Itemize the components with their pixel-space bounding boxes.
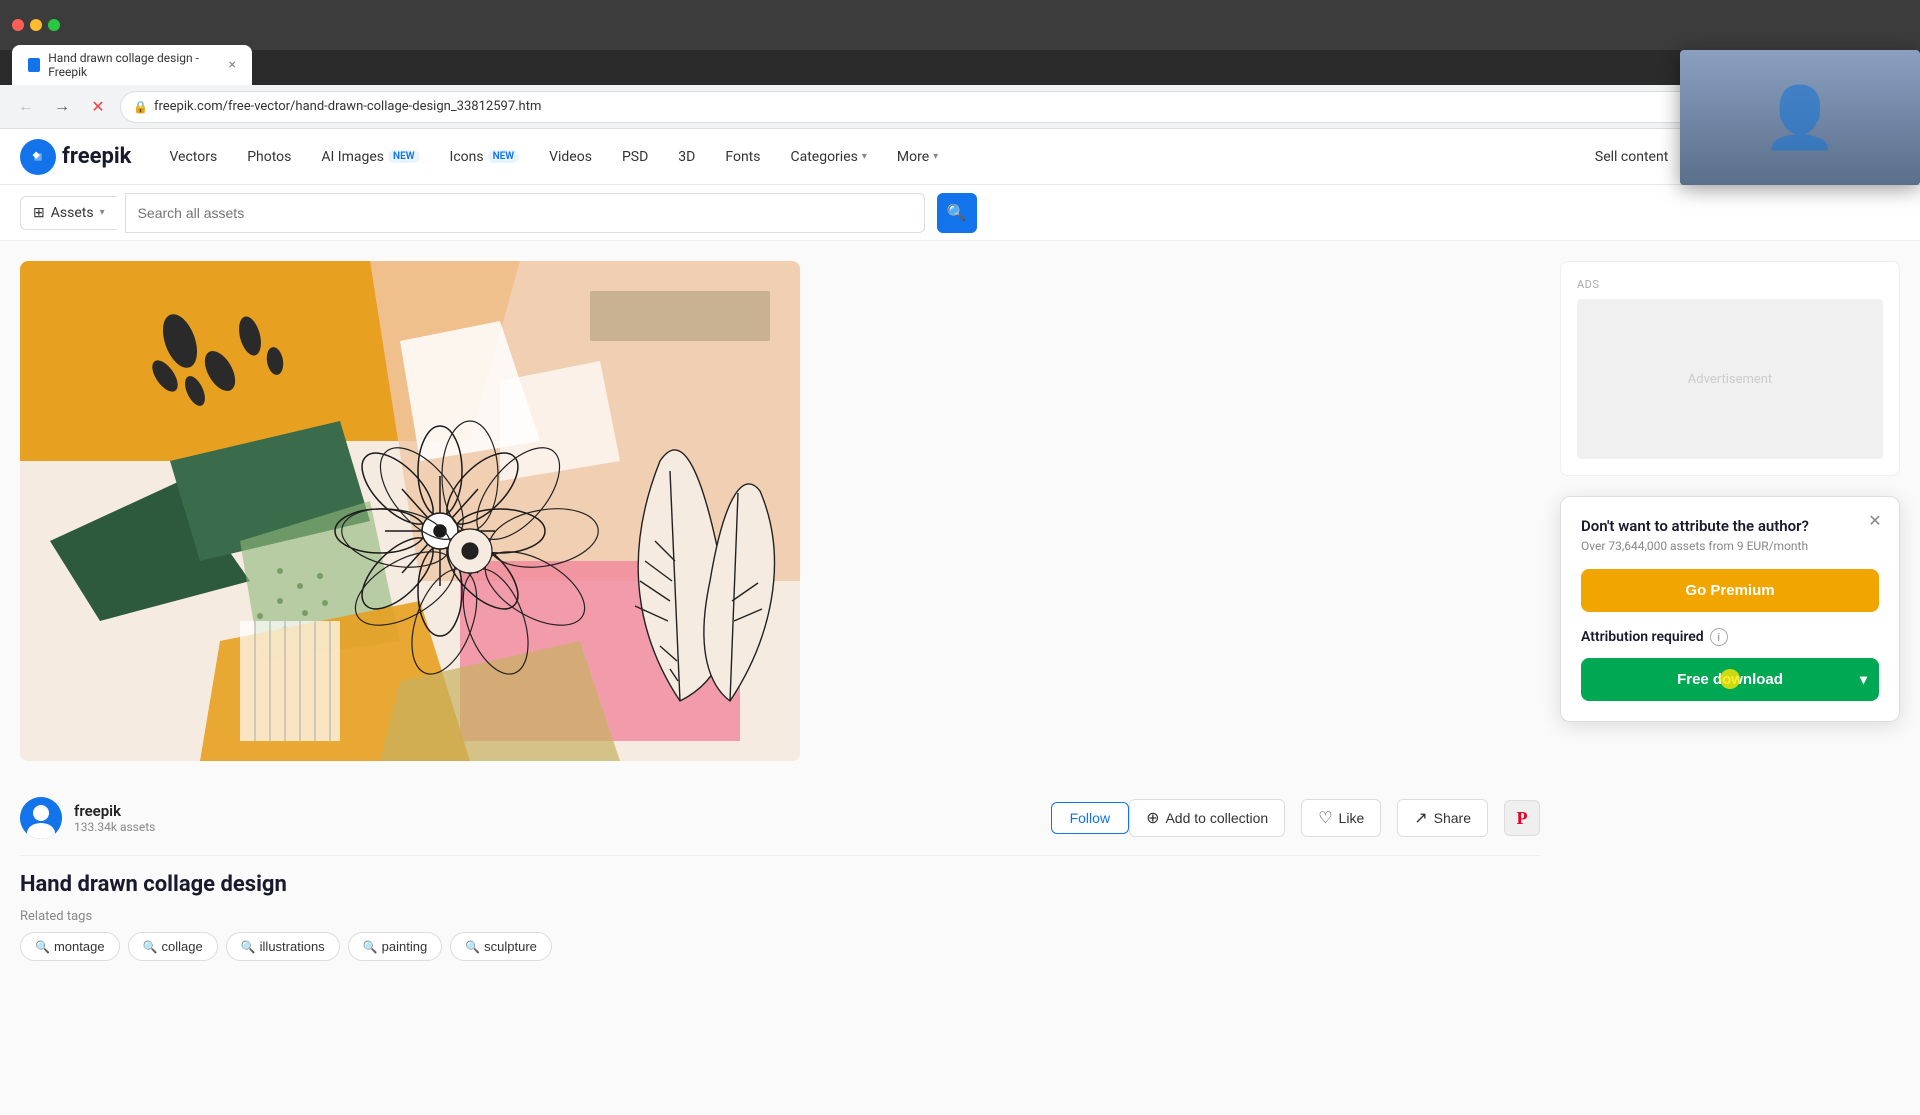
nav-psd[interactable]: PSD (608, 141, 662, 173)
back-button[interactable]: ← (12, 93, 40, 121)
share-button[interactable]: ↗ Share (1397, 799, 1488, 837)
tag-search-icon: 🔍 (35, 940, 50, 954)
author-avatar (20, 797, 62, 839)
content-area: freepik 133.34k assets Follow ⊕ Add to c… (20, 261, 1540, 1095)
follow-button[interactable]: Follow (1051, 802, 1129, 834)
nav-more[interactable]: More ▾ (883, 141, 952, 173)
ads-placeholder: Advertisement (1577, 299, 1883, 459)
download-dropdown-icon: ▾ (1860, 671, 1867, 688)
pinterest-button[interactable]: P (1504, 800, 1540, 836)
nav-3d[interactable]: 3D (664, 141, 709, 173)
asset-type-icon: ⊞ (33, 205, 45, 221)
free-download-button[interactable]: Free download ▾ (1581, 658, 1879, 701)
tag-illustrations[interactable]: 🔍 illustrations (226, 932, 340, 961)
search-button[interactable]: 🔍 (937, 193, 977, 233)
collection-icon: ⊕ (1146, 808, 1159, 828)
video-person: 👤 (1680, 50, 1920, 185)
logo[interactable]: freepik (20, 139, 131, 175)
tag-search-icon-4: 🔍 (363, 940, 378, 954)
action-buttons: ⊕ Add to collection ♡ Like ↗ Share P (1129, 799, 1540, 837)
sidebar: ADS Advertisement ✕ Don't want to attrib… (1560, 261, 1900, 1095)
asset-type-select[interactable]: ⊞ Assets ▾ (20, 196, 117, 230)
forward-button[interactable]: → (48, 93, 76, 121)
nav-fonts[interactable]: Fonts (711, 141, 774, 173)
ads-section: ADS Advertisement (1560, 261, 1900, 476)
author-name: freepik (74, 802, 1051, 820)
sell-content-link[interactable]: Sell content (1595, 149, 1668, 165)
heart-icon: ♡ (1318, 808, 1332, 828)
search-input-wrap (125, 193, 925, 233)
tab-close-icon[interactable]: × (229, 57, 236, 73)
url-bar[interactable]: 🔒 freepik.com/free-vector/hand-drawn-col… (120, 91, 1768, 123)
categories-chevron-icon: ▾ (862, 151, 867, 162)
author-assets-count: 133.34k assets (74, 820, 1051, 834)
tag-collage[interactable]: 🔍 collage (128, 932, 218, 961)
browser-tab[interactable]: Hand drawn collage design - Freepik × (12, 45, 252, 85)
search-input[interactable] (138, 205, 912, 221)
search-row: ⊞ Assets ▾ 🔍 (0, 185, 1920, 241)
nav-items: Vectors Photos AI Images NEW Icons NEW V… (155, 141, 1594, 173)
go-premium-button[interactable]: Go Premium (1581, 569, 1879, 612)
video-overlay: 👤 (1680, 50, 1920, 185)
attribution-row: Attribution required i (1581, 628, 1879, 646)
reload-button[interactable]: ✕ (84, 93, 112, 121)
nav-ai-images[interactable]: AI Images NEW (307, 141, 433, 173)
tag-montage[interactable]: 🔍 montage (20, 932, 120, 961)
search-icon: 🔍 (947, 203, 967, 223)
lock-icon: 🔒 (133, 100, 148, 114)
ads-label: ADS (1577, 278, 1883, 291)
close-icon: ✕ (1868, 511, 1881, 531)
add-to-collection-button[interactable]: ⊕ Add to collection (1129, 799, 1285, 837)
author-bar: freepik 133.34k assets Follow ⊕ Add to c… (20, 781, 1540, 856)
tags-label: Related tags (20, 909, 1540, 924)
attribution-info-icon[interactable]: i (1710, 628, 1728, 646)
nav-videos[interactable]: Videos (535, 141, 606, 173)
tag-search-icon-3: 🔍 (241, 940, 256, 954)
pinterest-icon: P (1517, 808, 1528, 829)
nav-icons[interactable]: Icons NEW (436, 141, 534, 173)
tag-search-icon-2: 🔍 (143, 940, 158, 954)
ai-new-badge: NEW (388, 150, 420, 163)
like-button[interactable]: ♡ Like (1301, 799, 1381, 837)
tag-sculpture[interactable]: 🔍 sculpture (450, 932, 552, 961)
url-text: freepik.com/free-vector/hand-drawn-colla… (154, 99, 541, 114)
asset-select-chevron-icon: ▾ (100, 207, 105, 218)
logo-text: freepik (62, 144, 131, 169)
logo-icon (20, 139, 56, 175)
tag-painting[interactable]: 🔍 painting (348, 932, 443, 961)
popup-close-button[interactable]: ✕ (1863, 509, 1887, 533)
premium-popup: ✕ Don't want to attribute the author? Ov… (1560, 496, 1900, 722)
nav-vectors[interactable]: Vectors (155, 141, 231, 173)
tag-search-icon-5: 🔍 (465, 940, 480, 954)
tags-section: Related tags 🔍 montage 🔍 collage 🔍 illus… (20, 909, 1540, 961)
tags-row: 🔍 montage 🔍 collage 🔍 illustrations 🔍 pa… (20, 932, 1540, 961)
popup-title: Don't want to attribute the author? (1581, 517, 1879, 535)
share-icon: ↗ (1414, 808, 1427, 828)
tab-title: Hand drawn collage design - Freepik (48, 51, 216, 79)
attribution-label: Attribution required (1581, 629, 1704, 645)
main-image-container (20, 261, 1540, 761)
main-image (20, 261, 800, 761)
icons-new-badge: NEW (488, 150, 520, 163)
more-chevron-icon: ▾ (933, 151, 938, 162)
download-button-wrap: Free download ▾ (1581, 658, 1879, 701)
nav-photos[interactable]: Photos (233, 141, 305, 173)
popup-subtitle: Over 73,644,000 assets from 9 EUR/month (1581, 539, 1879, 553)
asset-title: Hand drawn collage design (20, 872, 1540, 897)
nav-categories[interactable]: Categories ▾ (776, 141, 880, 173)
person-silhouette-icon: 👤 (1763, 82, 1838, 153)
author-info: freepik 133.34k assets (74, 802, 1051, 834)
